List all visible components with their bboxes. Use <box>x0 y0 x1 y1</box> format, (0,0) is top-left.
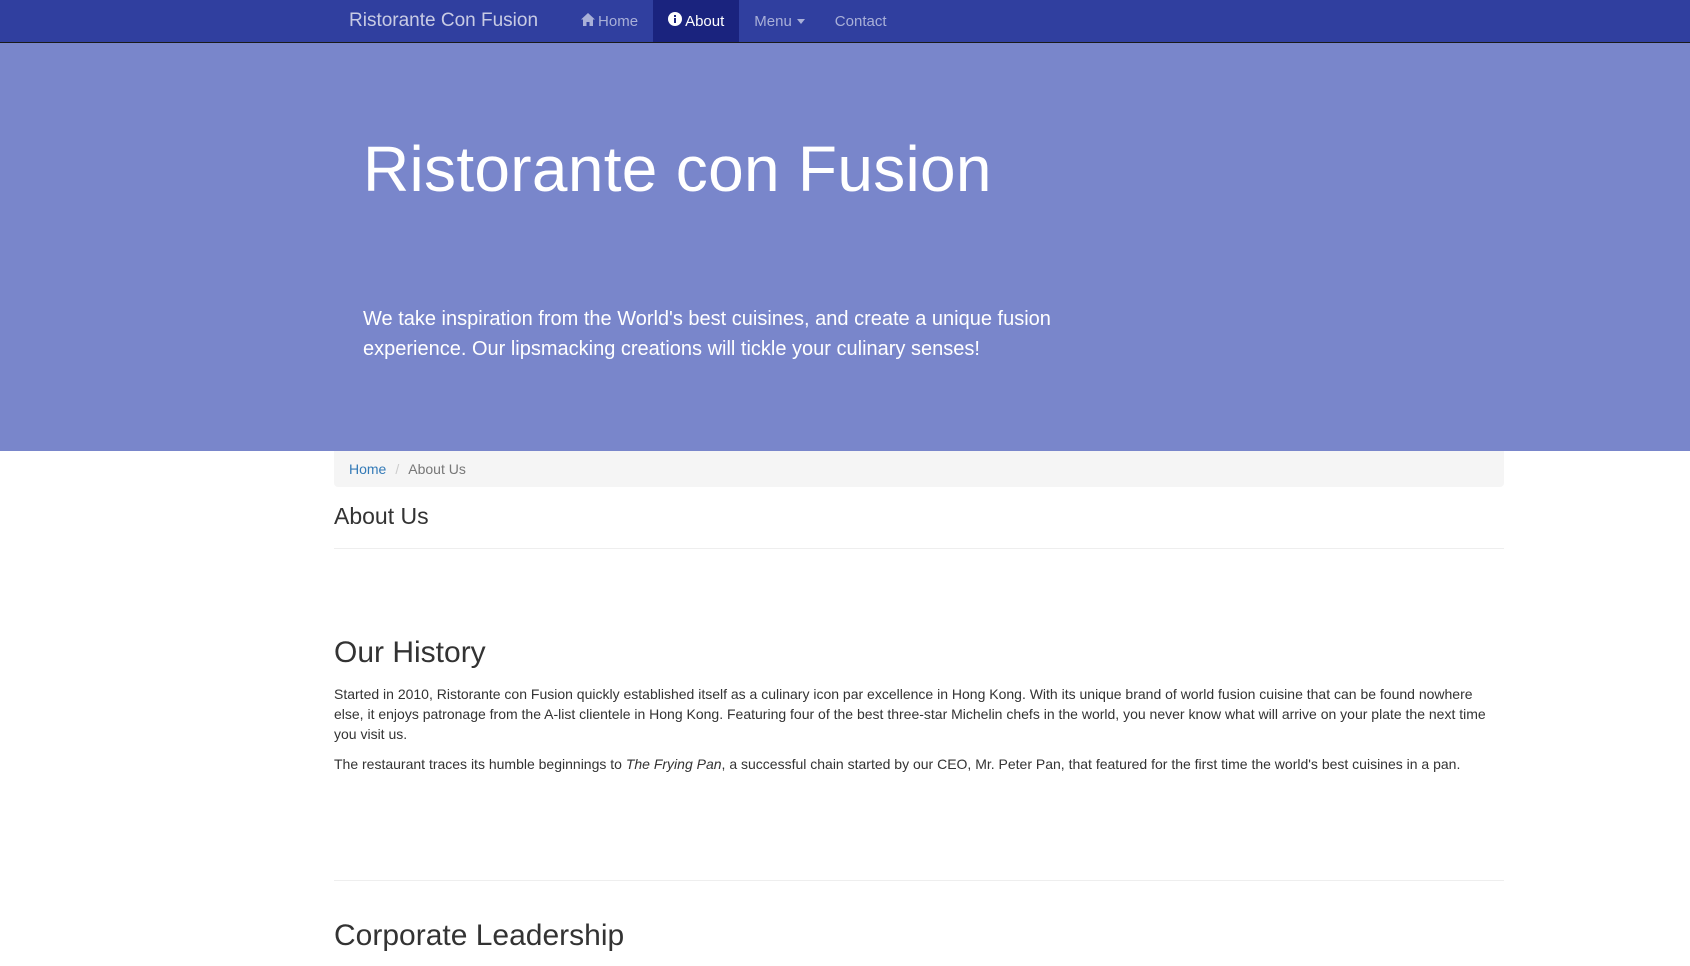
divider <box>334 880 1504 881</box>
breadcrumb: Home / About Us <box>334 451 1504 487</box>
jumbotron: Ristorante con Fusion We take inspiratio… <box>0 43 1690 451</box>
home-icon <box>581 12 596 30</box>
history-paragraph-2: The restaurant traces its humble beginni… <box>334 754 1504 774</box>
nav-item-label: Home <box>598 12 639 30</box>
breadcrumb-current: About Us <box>408 461 466 477</box>
history-paragraph-2-start: The restaurant traces its humble beginni… <box>334 756 626 772</box>
navbar: Ristorante Con Fusion Home About Menu Co… <box>0 0 1690 43</box>
jumbotron-tagline: We take inspiration from the World's bes… <box>363 308 1051 360</box>
navbar-inner: Ristorante Con Fusion Home About Menu Co… <box>333 0 902 42</box>
divider <box>334 548 1504 549</box>
nav-item-about[interactable]: About <box>653 0 740 42</box>
navbar-brand[interactable]: Ristorante Con Fusion <box>333 0 553 42</box>
caret-down-icon <box>796 18 805 24</box>
frying-pan-emphasis: The Frying Pan <box>625 756 722 772</box>
info-circle-icon <box>668 12 683 30</box>
leadership-heading: Corporate Leadership <box>334 919 625 952</box>
nav-item-label: About <box>685 12 725 30</box>
page-title: About Us <box>334 503 429 529</box>
jumbotron-title: Ristorante con Fusion <box>363 133 992 205</box>
history-paragraph-2-end: , a successful chain started by our CEO,… <box>721 756 1461 772</box>
nav-item-label: Contact <box>834 12 887 30</box>
nav-item-contact[interactable]: Contact <box>820 0 902 42</box>
nav-item-menu[interactable]: Menu <box>739 0 820 42</box>
breadcrumb-home-link[interactable]: Home <box>349 461 386 477</box>
breadcrumb-separator: / <box>395 461 400 477</box>
history-paragraph-1: Started in 2010, Ristorante con Fusion q… <box>334 686 1486 742</box>
history-heading: Our History <box>334 636 486 669</box>
nav-item-label: Menu <box>754 12 792 30</box>
nav-item-home[interactable]: Home <box>566 0 653 42</box>
